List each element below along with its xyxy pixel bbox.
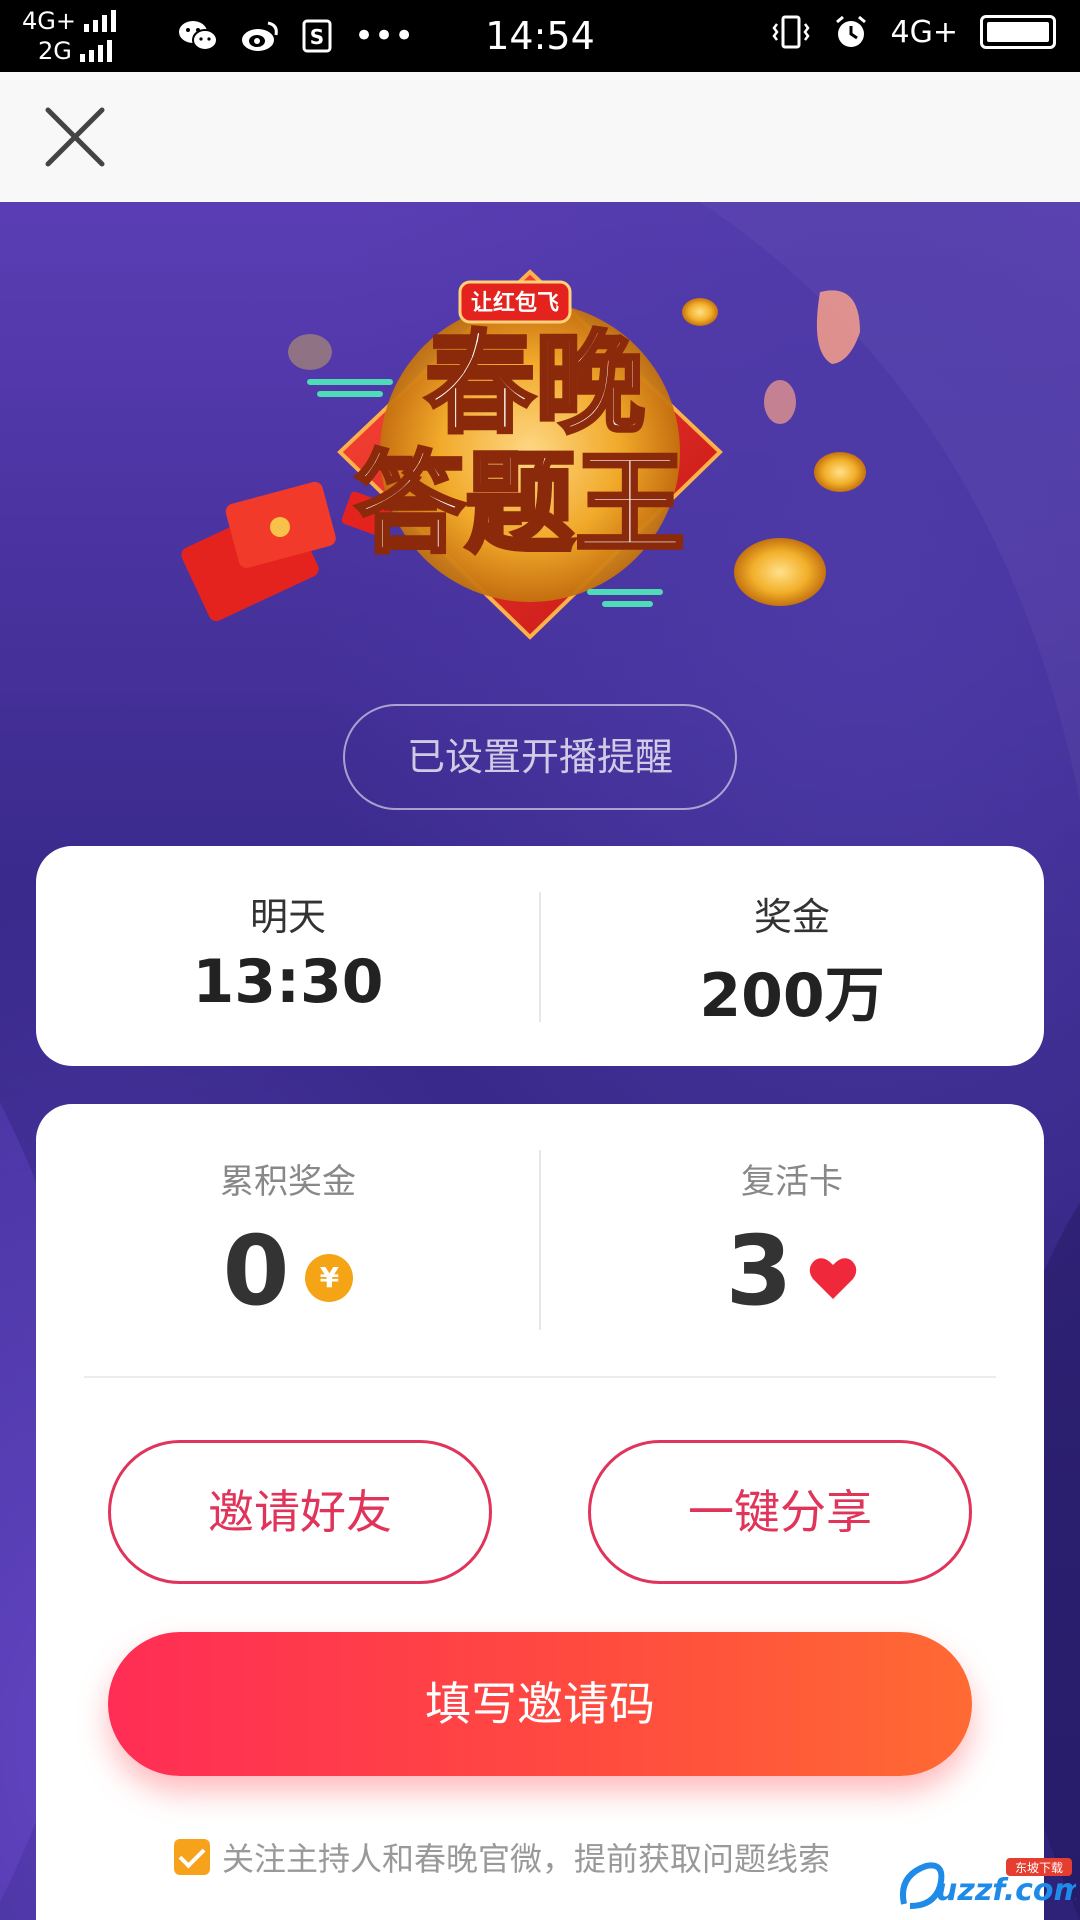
follow-option: 关注主持人和春晚官微，提前获取问题线索 [174,1834,830,1880]
network-type-right: 4G+ [890,14,958,50]
invite-friends-button[interactable]: 邀请好友 [108,1440,492,1584]
revive-card-block: 复活卡 3 [540,1104,1044,1324]
heart-icon [810,1258,857,1299]
horizontal-divider [84,1376,996,1378]
schedule-card: 明天 13:30 奖金 200万 [36,846,1044,1066]
revive-card-value: 3 [725,1215,793,1327]
follow-text: 关注主持人和春晚官微，提前获取问题线索 [222,1840,831,1878]
top-header [0,72,1080,202]
reminder-set-button[interactable]: 已设置开播提醒 [343,704,737,810]
logo-title-line1: 春晚 [425,320,645,448]
share-button[interactable]: 一键分享 [588,1440,972,1584]
start-time-block: 明天 13:30 [36,846,540,1066]
revive-card-label: 复活卡 [741,1162,843,1202]
site-watermark-logo: uzzf.com 东坡下载 [900,1858,1076,1909]
status-bar: 4G+ 2G S ••• 14:54 4G+ [0,0,1080,72]
chunwan-quiz-logo: 让红包飞 春晚 答题王 [181,269,866,640]
watermark-tag: 东坡下载 [1015,1861,1063,1875]
yuan-coin-icon: ¥ [305,1254,354,1302]
bonus-value: 0 [222,1215,290,1327]
vibrate-icon [771,15,810,49]
start-time-label: 明天 [249,895,326,939]
close-icon[interactable] [40,102,110,172]
prize-block: 奖金 200万 [540,846,1044,1066]
bonus-block: 累积奖金 0 ¥ [36,1104,540,1324]
follow-checkbox[interactable] [174,1839,210,1875]
enter-invite-code-button[interactable]: 填写邀请码 [108,1632,972,1776]
bonus-label: 累积奖金 [220,1162,356,1202]
start-time-value: 13:30 [192,947,384,1017]
prize-label: 奖金 [753,895,830,939]
logo-badge-text: 让红包飞 [471,290,559,316]
logo-title-line2: 答题王 [355,440,685,568]
watermark-brand: uzzf.com [936,1873,1076,1908]
prize-value: 200万 [699,961,885,1031]
system-icons: 4G+ [771,14,1056,50]
alarm-icon [835,15,866,47]
battery-icon [980,15,1056,49]
stats-card: 累积奖金 0 ¥ 复活卡 3 邀请好友 一键分享 填写邀请码 关注主持人和春晚官… [36,1104,1044,1920]
